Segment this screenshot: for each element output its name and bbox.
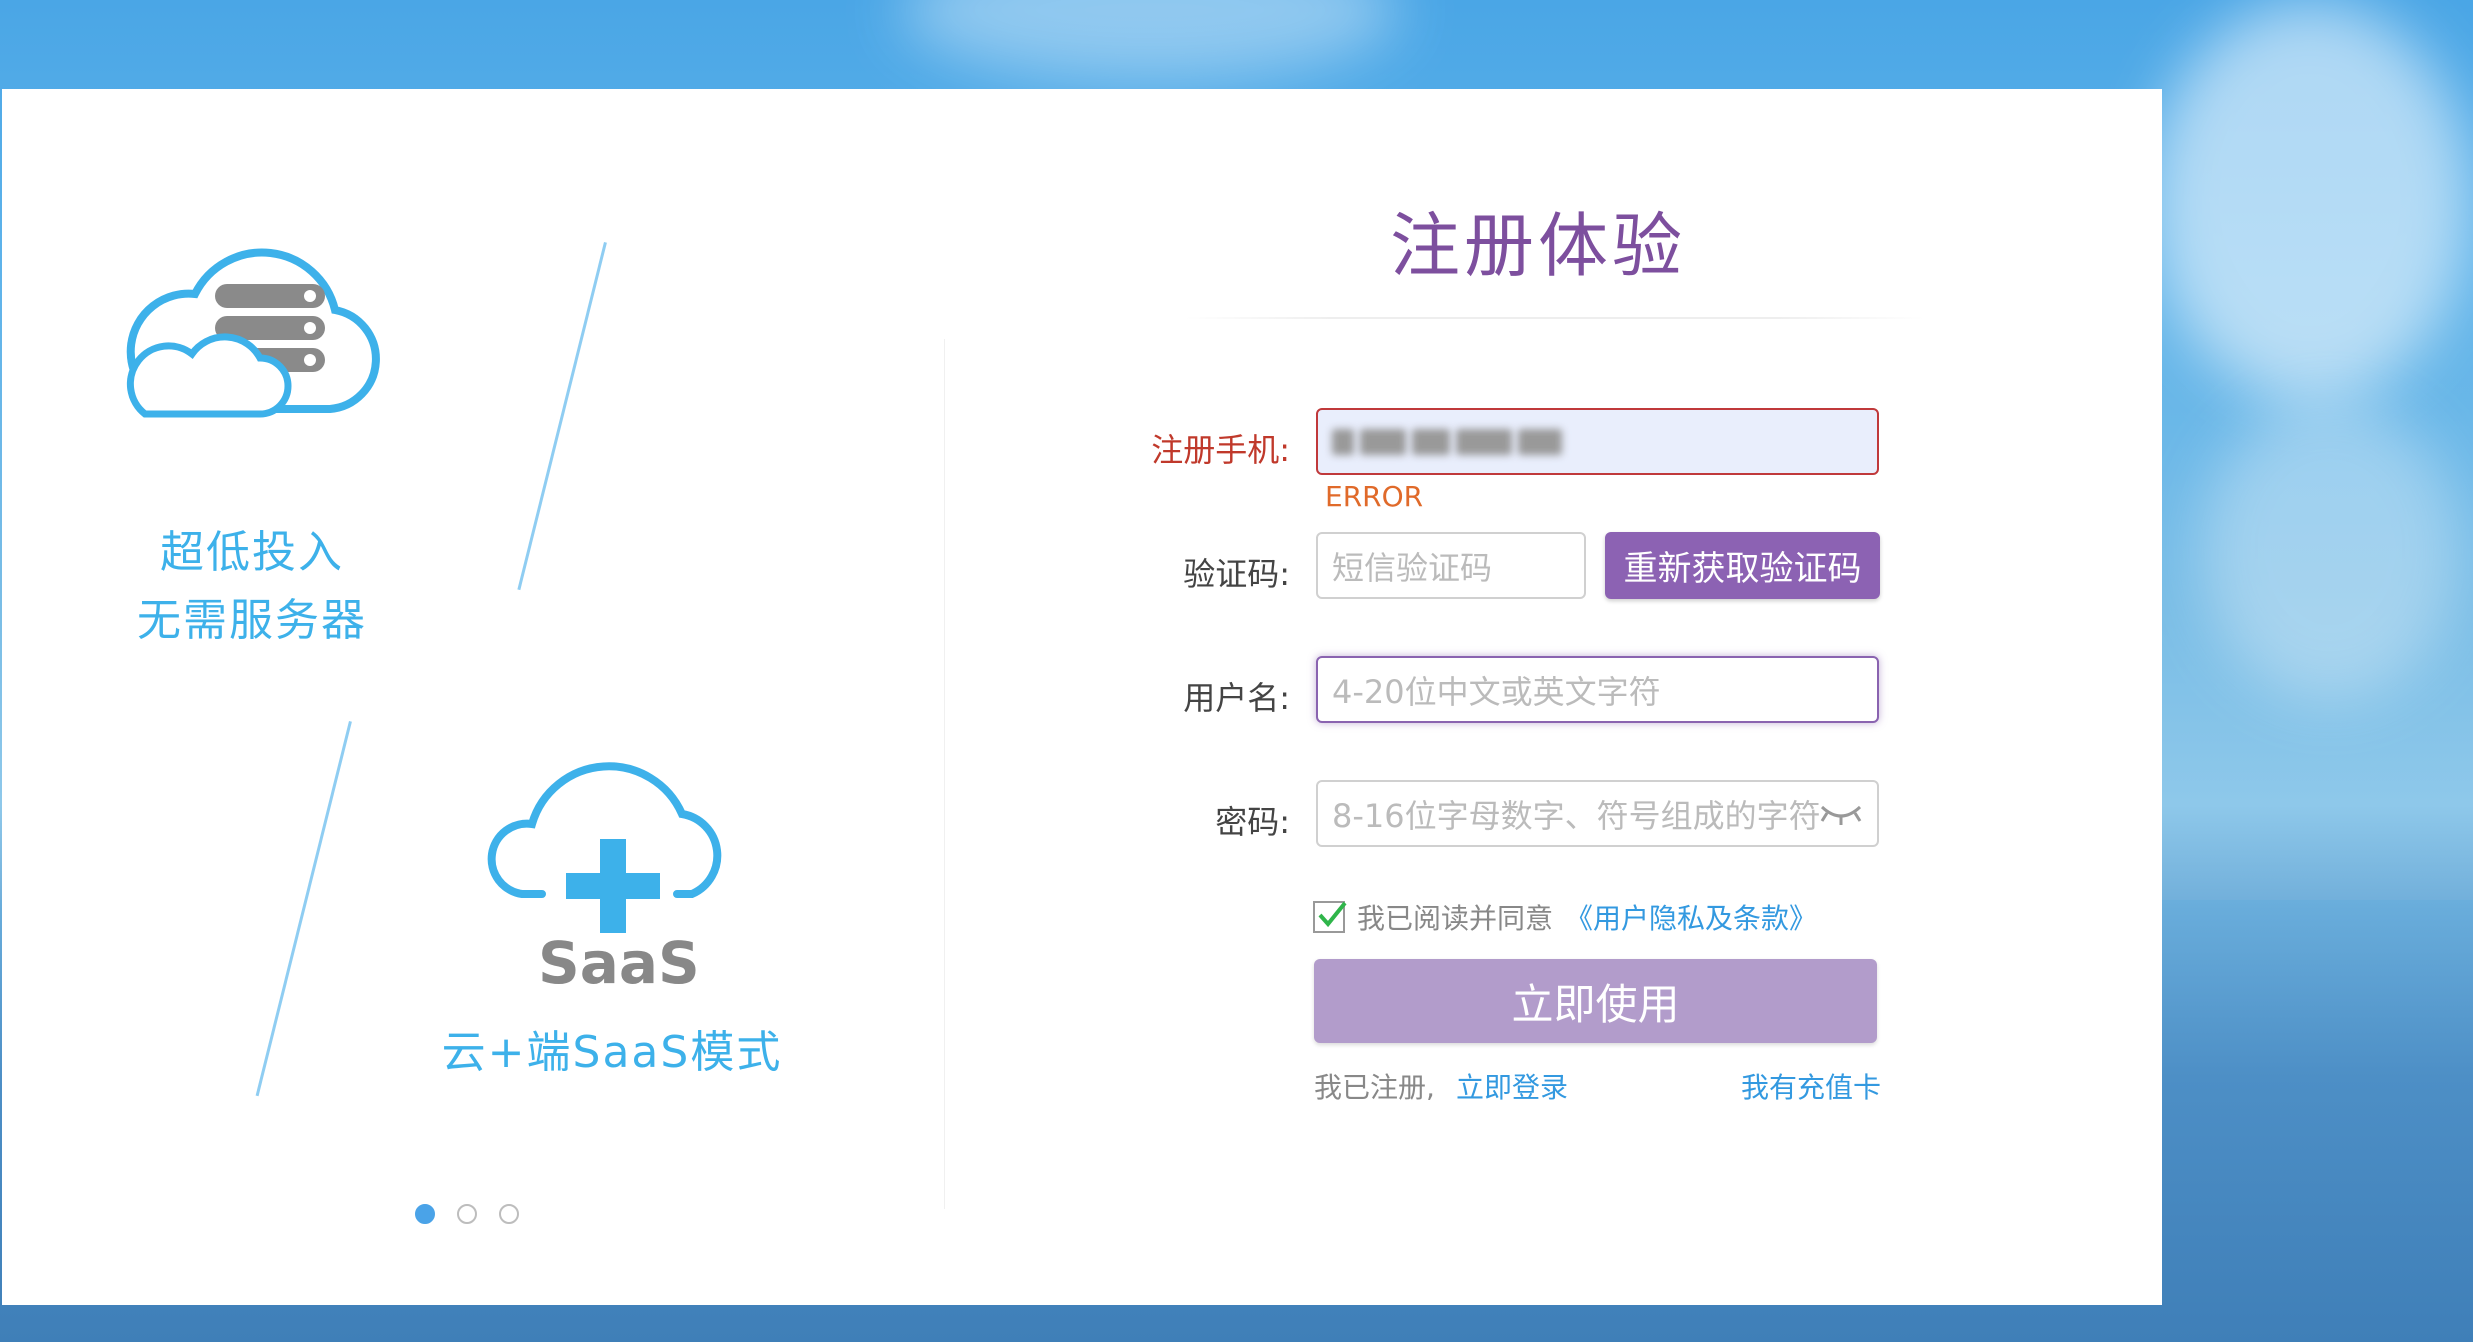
login-link[interactable]: 立即登录	[1456, 1066, 1568, 1106]
agree-row: 我已阅读并同意 《用户隐私及条款》	[1313, 897, 1817, 937]
phone-value-blurred	[1332, 428, 1562, 455]
phone-label: 注册手机:	[1151, 431, 1290, 469]
eye-closed-icon[interactable]	[1819, 801, 1863, 827]
username-label: 用户名:	[1183, 679, 1290, 717]
submit-button[interactable]: 立即使用	[1314, 959, 1877, 1043]
code-label: 验证码:	[1183, 555, 1290, 593]
recharge-card-link[interactable]: 我有充值卡	[1741, 1066, 1881, 1106]
page-title: 注册体验	[1390, 205, 1686, 287]
already-registered-text: 我已注册,	[1314, 1071, 1435, 1104]
agree-checkbox[interactable]	[1313, 901, 1347, 933]
carousel-dot[interactable]	[457, 1204, 477, 1224]
feature-low-cost: 超低投入 无需服务器	[122, 519, 382, 655]
username-placeholder: 4-20位中文或英文字符	[1332, 672, 1661, 711]
cloud-plus-icon	[487, 762, 722, 933]
background-cloud	[2150, 0, 2470, 400]
agree-text: 我已阅读并同意	[1357, 902, 1554, 935]
cloud-server-icon	[126, 248, 380, 418]
carousel-dot[interactable]	[415, 1204, 435, 1224]
feature-saas-mode: 云+端SaaS模式	[441, 1027, 783, 1078]
sms-code-placeholder: 短信验证码	[1332, 548, 1493, 587]
title-underline	[1185, 317, 1925, 319]
carousel-dots	[415, 1204, 519, 1224]
background-cloud	[900, 0, 1400, 80]
background-cloud	[2200, 400, 2460, 700]
divider-slash	[255, 721, 352, 1097]
feature-line: 超低投入	[160, 527, 344, 578]
resend-code-button[interactable]: 重新获取验证码	[1605, 532, 1880, 599]
phone-input[interactable]	[1316, 408, 1879, 475]
phone-error: ERROR	[1325, 480, 1424, 513]
username-input[interactable]: 4-20位中文或英文字符	[1316, 656, 1879, 723]
password-placeholder: 8-16位字母数字、符号组成的字符	[1332, 796, 1821, 835]
divider-slash	[517, 242, 607, 591]
password-input[interactable]: 8-16位字母数字、符号组成的字符	[1316, 780, 1879, 847]
feature-line: 无需服务器	[137, 595, 367, 646]
password-label: 密码:	[1215, 803, 1290, 841]
panel-divider	[944, 339, 945, 1209]
saas-brand: SaaS	[538, 929, 700, 997]
privacy-terms-link[interactable]: 《用户隐私及条款》	[1565, 897, 1817, 937]
carousel-dot[interactable]	[499, 1204, 519, 1224]
check-icon	[1318, 901, 1347, 928]
sms-code-input[interactable]: 短信验证码	[1316, 532, 1586, 599]
